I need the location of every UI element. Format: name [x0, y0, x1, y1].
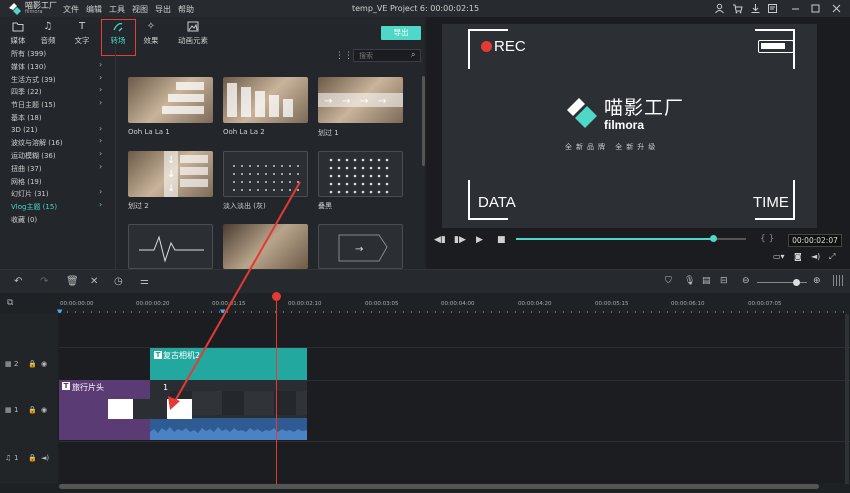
timeline-hscroll[interactable]	[59, 484, 819, 489]
drag-arrow-annotation	[168, 181, 301, 410]
playhead[interactable]	[276, 294, 277, 486]
timeline-vscroll[interactable]	[845, 314, 849, 484]
playhead-handle[interactable]	[272, 292, 281, 301]
